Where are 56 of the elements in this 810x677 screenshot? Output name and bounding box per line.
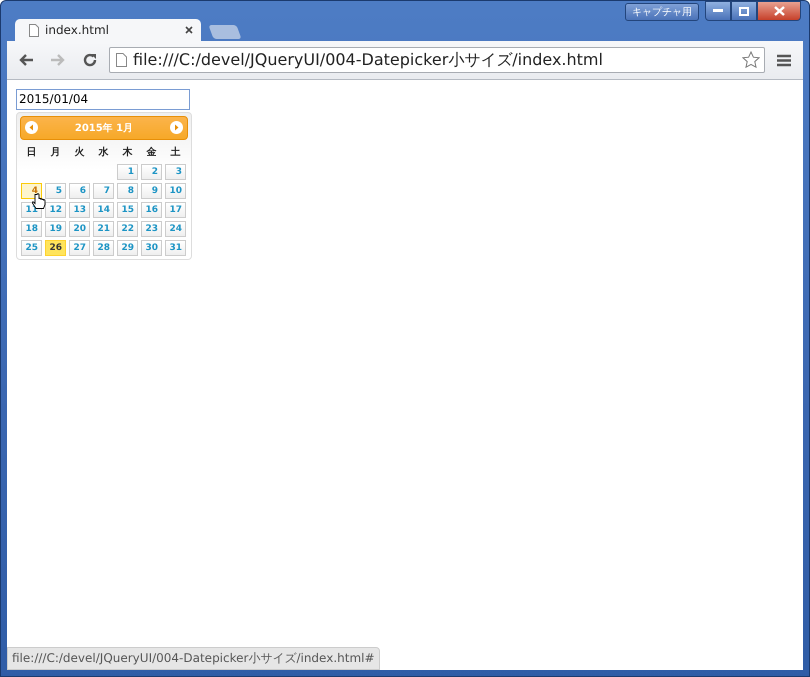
day-cell[interactable]: 28	[93, 240, 114, 256]
weekday-label: 水	[97, 146, 110, 160]
day-cell[interactable]: 30	[141, 240, 162, 256]
day-cell[interactable]: 1	[117, 164, 138, 180]
weekday-label: 木	[122, 146, 134, 160]
close-icon	[774, 6, 784, 16]
day-cell[interactable]: 17	[165, 202, 186, 218]
day-cell[interactable]: 24	[165, 220, 186, 236]
day-cell[interactable]: 5	[45, 182, 66, 198]
capture-button[interactable]: キャプチャ用	[625, 3, 699, 21]
day-cell[interactable]: 29	[117, 240, 138, 256]
weekday-label: 日	[26, 146, 38, 160]
day-cell[interactable]: 26	[45, 240, 66, 256]
maximize-icon	[739, 6, 749, 16]
day-cell[interactable]: 16	[141, 202, 162, 218]
forward-arrow-icon	[50, 53, 66, 67]
day-cell[interactable]: 4	[21, 182, 42, 198]
close-button[interactable]	[757, 1, 801, 21]
day-cell[interactable]: 15	[117, 202, 138, 218]
day-cell[interactable]: 8	[117, 182, 138, 198]
day-cell[interactable]: 25	[21, 240, 42, 256]
day-cell[interactable]: 20	[69, 220, 90, 236]
day-cell[interactable]: 9	[141, 182, 162, 198]
maximize-button[interactable]	[731, 1, 757, 21]
month-title: 2015年 1月	[74, 122, 134, 134]
day-cell[interactable]: 31	[165, 240, 186, 256]
day-cell[interactable]: 23	[141, 220, 162, 236]
day-cell[interactable]: 3	[165, 164, 186, 180]
day-cell[interactable]: 13	[69, 202, 90, 218]
day-cell[interactable]: 19	[45, 220, 66, 236]
back-arrow-icon	[18, 53, 34, 67]
page-icon	[116, 53, 127, 67]
weekday-label: 月	[50, 146, 62, 160]
day-cell[interactable]: 12	[45, 202, 66, 218]
star-icon[interactable]	[742, 51, 760, 69]
day-cell[interactable]: 2	[141, 164, 162, 180]
date-field[interactable]: 2015/01/04	[16, 88, 190, 110]
weekday-label: 火	[74, 146, 86, 160]
day-cell[interactable]: 7	[93, 182, 114, 198]
browser-tab[interactable]: index.html	[15, 19, 201, 41]
day-cell[interactable]: 21	[93, 220, 114, 236]
close-icon[interactable]	[185, 26, 193, 34]
day-cell[interactable]: 6	[69, 182, 90, 198]
reload-icon	[82, 52, 98, 68]
weekday-label: 金	[146, 146, 158, 160]
weekday-label: 土	[170, 146, 182, 160]
page-icon	[29, 24, 39, 36]
address-bar[interactable]: file:///C:/devel/JQueryUI/004-Datepicker小サイズ/index.html	[109, 47, 765, 73]
day-cell[interactable]: 14	[93, 202, 114, 218]
status-bar: file:///C:/devel/JQueryUI/004-Datepicker小サイズ/index.html#	[7, 647, 380, 670]
minimize-button[interactable]	[705, 1, 731, 21]
day-cell[interactable]: 22	[117, 220, 138, 236]
day-cell[interactable]: 27	[69, 240, 90, 256]
day-cell[interactable]: 18	[21, 220, 42, 236]
day-cell[interactable]: 10	[165, 182, 186, 198]
minimize-icon	[713, 9, 723, 13]
